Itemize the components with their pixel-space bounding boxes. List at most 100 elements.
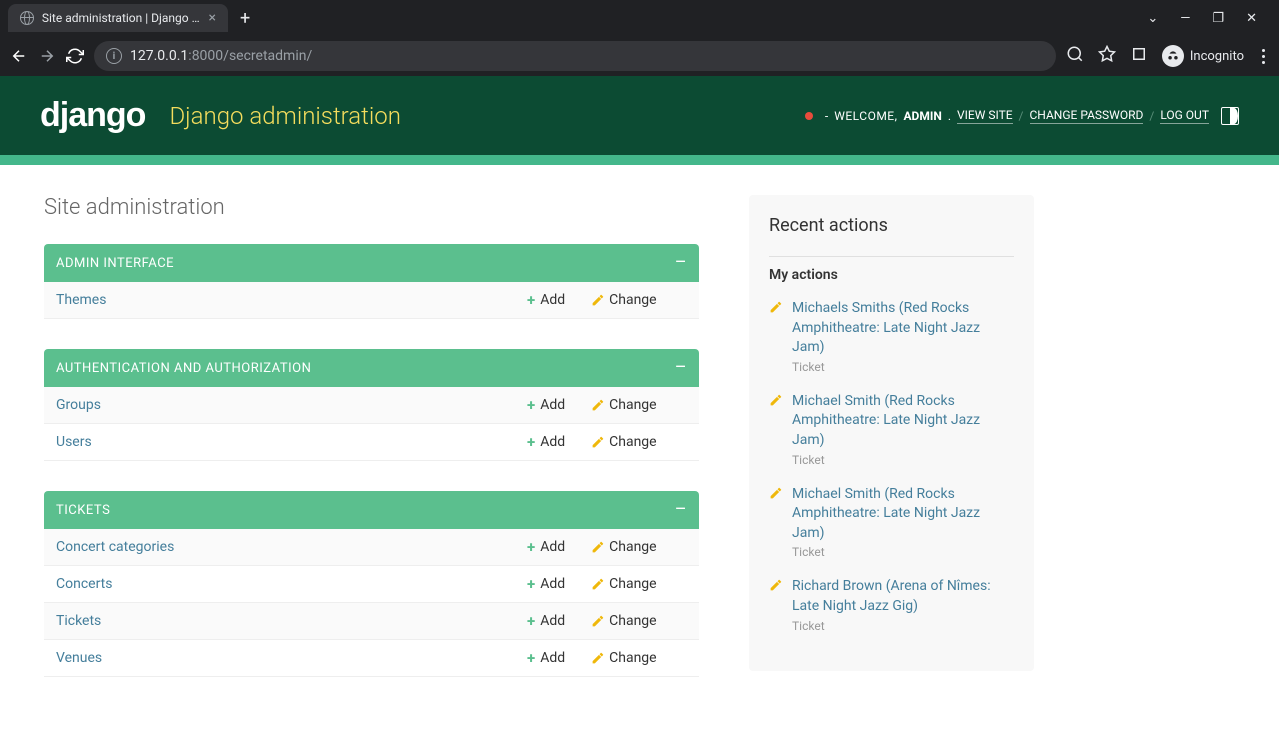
change-link[interactable]: Change bbox=[591, 575, 656, 593]
add-link[interactable]: +Add bbox=[527, 538, 565, 556]
app-caption[interactable]: TICKETS– bbox=[44, 491, 699, 529]
app-module: TICKETS– Concert categories +Add Change … bbox=[44, 491, 699, 677]
recent-action-item: Michaels Smiths (Red Rocks Amphitheatre:… bbox=[769, 299, 1014, 374]
model-row: Concerts +Add Change bbox=[44, 566, 699, 603]
address-bar[interactable]: i 127.0.0.1:8000/secretadmin/ bbox=[94, 41, 1056, 71]
browser-chrome: Site administration | Django admin × + ⌄… bbox=[0, 0, 1279, 76]
recent-action-type: Ticket bbox=[792, 619, 1014, 633]
my-actions-label: My actions bbox=[769, 256, 1014, 283]
plus-icon: + bbox=[527, 433, 535, 451]
extensions-icon[interactable] bbox=[1130, 45, 1148, 67]
page-title: Site administration bbox=[44, 195, 699, 220]
recent-actions-title: Recent actions bbox=[769, 215, 1014, 236]
change-link[interactable]: Change bbox=[591, 612, 656, 630]
welcome-text: WELCOME, bbox=[834, 109, 897, 123]
plus-icon: + bbox=[527, 538, 535, 556]
model-link[interactable]: Groups bbox=[56, 397, 101, 413]
pencil-icon bbox=[591, 652, 604, 665]
change-link[interactable]: Change bbox=[591, 396, 656, 414]
recent-action-type: Ticket bbox=[792, 545, 1014, 559]
add-link[interactable]: +Add bbox=[527, 575, 565, 593]
model-link[interactable]: Concert categories bbox=[56, 539, 174, 555]
model-link[interactable]: Tickets bbox=[56, 613, 101, 629]
bookmark-icon[interactable] bbox=[1098, 45, 1116, 67]
app-name: ADMIN INTERFACE bbox=[56, 256, 174, 271]
model-row: Users +Add Change bbox=[44, 424, 699, 461]
add-link[interactable]: +Add bbox=[527, 612, 565, 630]
theme-toggle-icon[interactable] bbox=[1221, 107, 1239, 125]
minimize-button[interactable]: — bbox=[1180, 11, 1190, 26]
model-link[interactable]: Venues bbox=[56, 650, 102, 666]
plus-icon: + bbox=[527, 291, 535, 309]
new-tab-button[interactable]: + bbox=[240, 8, 250, 29]
plus-icon: + bbox=[527, 612, 535, 630]
globe-icon bbox=[20, 11, 34, 25]
pencil-icon bbox=[591, 541, 604, 554]
user-links: - WELCOME, ADMIN. VIEW SITE / CHANGE PAS… bbox=[805, 107, 1239, 125]
plus-icon: + bbox=[527, 575, 535, 593]
collapse-icon[interactable]: – bbox=[675, 359, 687, 377]
add-link[interactable]: +Add bbox=[527, 291, 565, 309]
window-controls: ⌄ — ❐ ✕ bbox=[1147, 11, 1271, 26]
browser-tab[interactable]: Site administration | Django admin × bbox=[8, 4, 228, 32]
chevron-down-icon[interactable]: ⌄ bbox=[1147, 11, 1158, 26]
change-link[interactable]: Change bbox=[591, 291, 656, 309]
site-info-icon[interactable]: i bbox=[106, 48, 122, 64]
model-row: Tickets +Add Change bbox=[44, 603, 699, 640]
model-link[interactable]: Users bbox=[56, 434, 92, 450]
model-row: Concert categories +Add Change bbox=[44, 529, 699, 566]
browser-menu-button[interactable] bbox=[1258, 49, 1269, 64]
pencil-icon bbox=[591, 578, 604, 591]
change-password-link[interactable]: CHANGE PASSWORD bbox=[1030, 108, 1144, 124]
close-window-button[interactable]: ✕ bbox=[1246, 11, 1257, 26]
app-caption[interactable]: AUTHENTICATION AND AUTHORIZATION– bbox=[44, 349, 699, 387]
pencil-icon bbox=[769, 579, 782, 592]
app-caption[interactable]: ADMIN INTERFACE – bbox=[44, 244, 699, 282]
reload-button[interactable] bbox=[66, 47, 84, 65]
logout-link[interactable]: LOG OUT bbox=[1160, 108, 1209, 124]
pencil-icon bbox=[769, 301, 782, 314]
recent-action-link[interactable]: Michael Smith (Red Rocks Amphitheatre: L… bbox=[792, 486, 980, 541]
url-text: 127.0.0.1:8000/secretadmin/ bbox=[130, 48, 312, 64]
collapse-icon[interactable]: – bbox=[675, 254, 687, 272]
model-row: Themes +Add Change bbox=[44, 282, 699, 319]
dash-text: - bbox=[825, 109, 828, 123]
incognito-icon bbox=[1162, 45, 1184, 67]
plus-icon: + bbox=[527, 649, 535, 667]
model-link[interactable]: Themes bbox=[56, 292, 106, 308]
django-header: django Django administration - WELCOME, … bbox=[0, 76, 1279, 155]
incognito-badge[interactable]: Incognito bbox=[1162, 45, 1244, 67]
model-link[interactable]: Concerts bbox=[56, 576, 112, 592]
forward-button[interactable] bbox=[38, 47, 56, 65]
status-dot-icon bbox=[805, 112, 813, 120]
django-logo[interactable]: django bbox=[40, 96, 145, 135]
tab-title: Site administration | Django admin bbox=[42, 11, 201, 25]
pencil-icon bbox=[591, 399, 604, 412]
tab-close-icon[interactable]: × bbox=[209, 10, 216, 26]
change-link[interactable]: Change bbox=[591, 649, 656, 667]
model-row: Venues +Add Change bbox=[44, 640, 699, 677]
content: Site administration ADMIN INTERFACE – The… bbox=[0, 165, 1279, 737]
username: ADMIN bbox=[903, 109, 941, 123]
add-link[interactable]: +Add bbox=[527, 433, 565, 451]
toolbar-icons: Incognito bbox=[1066, 45, 1269, 67]
recent-action-link[interactable]: Michaels Smiths (Red Rocks Amphitheatre:… bbox=[792, 300, 980, 355]
zoom-icon[interactable] bbox=[1066, 45, 1084, 67]
add-link[interactable]: +Add bbox=[527, 396, 565, 414]
header-strip bbox=[0, 155, 1279, 165]
collapse-icon[interactable]: – bbox=[675, 501, 687, 519]
browser-toolbar: i 127.0.0.1:8000/secretadmin/ Incognito bbox=[0, 36, 1279, 76]
view-site-link[interactable]: VIEW SITE bbox=[957, 108, 1013, 124]
pencil-icon bbox=[769, 487, 782, 500]
recent-action-link[interactable]: Richard Brown (Arena of Nîmes: Late Nigh… bbox=[792, 578, 991, 614]
model-row: Groups +Add Change bbox=[44, 387, 699, 424]
pencil-icon bbox=[591, 615, 604, 628]
add-link[interactable]: +Add bbox=[527, 649, 565, 667]
recent-action-link[interactable]: Michael Smith (Red Rocks Amphitheatre: L… bbox=[792, 393, 980, 448]
change-link[interactable]: Change bbox=[591, 433, 656, 451]
back-button[interactable] bbox=[10, 47, 28, 65]
change-link[interactable]: Change bbox=[591, 538, 656, 556]
pencil-icon bbox=[769, 394, 782, 407]
maximize-button[interactable]: ❐ bbox=[1212, 11, 1224, 26]
pencil-icon bbox=[591, 436, 604, 449]
